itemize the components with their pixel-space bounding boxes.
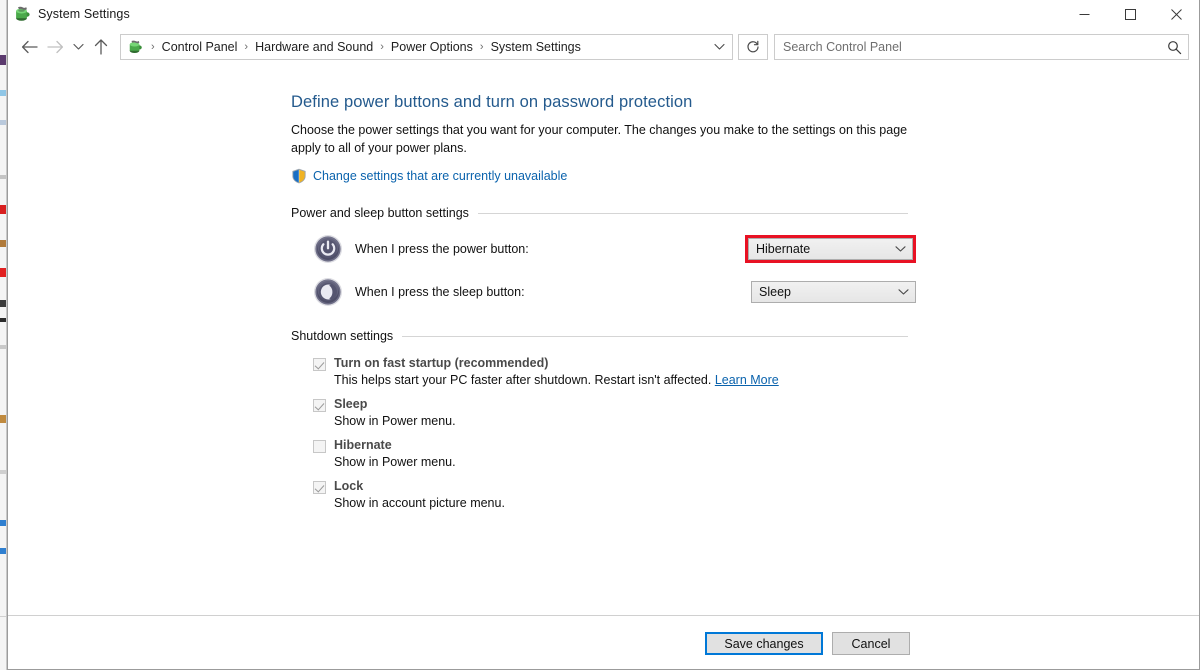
background-window-sliver [0,0,7,670]
page-description: Choose the power settings that you want … [291,123,908,155]
sleep-button-label: When I press the sleep button: [355,285,525,299]
power-combo-wrap: Hibernate [745,235,916,263]
window-title: System Settings [38,7,130,21]
power-section-header: Power and sleep button settings [291,206,908,220]
highlight-annotation: Hibernate [745,235,916,263]
title-bar: System Settings [8,0,1199,28]
change-settings-link-row: Change settings that are currently unava… [291,168,916,184]
lock-option-description: Show in account picture menu. [334,496,505,510]
chevron-down-icon [895,245,906,253]
fast-startup-row[interactable]: Turn on fast startup (recommended) [291,356,916,371]
save-changes-button[interactable]: Save changes [705,632,823,655]
address-control-panel-icon [127,39,143,55]
close-button[interactable] [1153,0,1199,28]
chevron-down-icon[interactable] [708,35,730,59]
sleep-combo-wrap: Sleep [751,281,916,303]
minimize-button[interactable] [1061,0,1107,28]
hibernate-option-row[interactable]: Hibernate [291,438,916,453]
window-controls [1061,0,1199,28]
breadcrumb-item-power-options[interactable]: Power Options [388,38,476,56]
power-button-row: When I press the power button: Hibernate [291,234,916,264]
sleep-button-row: When I press the sleep button: Sleep [291,277,916,307]
section-divider [402,335,908,337]
breadcrumb-item-control-panel[interactable]: Control Panel [159,38,241,56]
content-area: Define power buttons and turn on passwor… [8,66,1199,615]
address-bar[interactable]: › Control Panel › Hardware and Sound › P… [120,34,733,60]
breadcrumb: › Control Panel › Hardware and Sound › P… [147,38,708,56]
system-settings-window: System Settings › Control Panel › Hardwa… [7,0,1200,670]
footer-bar: Save changes Cancel [8,616,1199,669]
up-button[interactable] [88,34,114,60]
lock-option-row[interactable]: Lock [291,479,916,494]
sleep-option-label: Sleep [334,397,368,411]
power-button-icon [313,234,343,264]
learn-more-link[interactable]: Learn More [715,373,779,387]
search-box[interactable] [774,34,1189,60]
lock-option-label: Lock [334,479,364,493]
fast-startup-checkbox[interactable] [313,358,326,371]
fast-startup-description-text: This helps start your PC faster after sh… [334,373,712,387]
back-button[interactable] [16,34,42,60]
breadcrumb-separator: › [380,41,384,53]
sleep-option-row[interactable]: Sleep [291,397,916,412]
fast-startup-description: This helps start your PC faster after sh… [291,373,916,387]
chevron-down-icon [898,288,909,296]
lock-checkbox[interactable] [313,481,326,494]
power-button-label: When I press the power button: [355,242,529,256]
cancel-button[interactable]: Cancel [832,632,910,655]
power-section-label: Power and sleep button settings [291,206,469,220]
shutdown-options-list: Turn on fast startup (recommended) This … [291,356,916,510]
breadcrumb-item-hardware-and-sound[interactable]: Hardware and Sound [252,38,376,56]
sleep-checkbox[interactable] [313,399,326,412]
screen: System Settings › Control Panel › Hardwa… [0,0,1200,670]
section-divider [477,212,908,214]
search-input[interactable] [783,40,1167,54]
hibernate-option-description: Show in Power menu. [334,455,456,469]
breadcrumb-separator: › [151,41,155,53]
settings-pane: Define power buttons and turn on passwor… [291,66,916,510]
breadcrumb-item-system-settings[interactable]: System Settings [488,38,584,56]
forward-button[interactable] [42,34,68,60]
uac-shield-icon [291,168,307,184]
shutdown-section-label: Shutdown settings [291,329,394,343]
shutdown-section-header: Shutdown settings [291,329,908,343]
control-panel-icon [13,5,31,23]
sleep-button-action-dropdown[interactable]: Sleep [751,281,916,303]
recent-locations-button[interactable] [68,34,88,60]
page-title: Define power buttons and turn on passwor… [291,93,693,111]
maximize-button[interactable] [1107,0,1153,28]
hibernate-checkbox[interactable] [313,440,326,453]
sleep-option-description: Show in Power menu. [334,414,456,428]
sleep-moon-icon [313,277,343,307]
navigation-bar: › Control Panel › Hardware and Sound › P… [8,28,1199,66]
breadcrumb-separator: › [244,41,249,53]
power-button-action-dropdown[interactable]: Hibernate [748,238,913,260]
hibernate-option-label: Hibernate [334,438,392,452]
search-icon[interactable] [1167,40,1182,55]
change-settings-unavailable-link[interactable]: Change settings that are currently unava… [313,169,567,183]
sleep-button-action-value: Sleep [759,285,791,299]
refresh-button[interactable] [738,34,768,60]
fast-startup-label: Turn on fast startup (recommended) [334,356,549,370]
breadcrumb-separator: › [479,41,484,53]
